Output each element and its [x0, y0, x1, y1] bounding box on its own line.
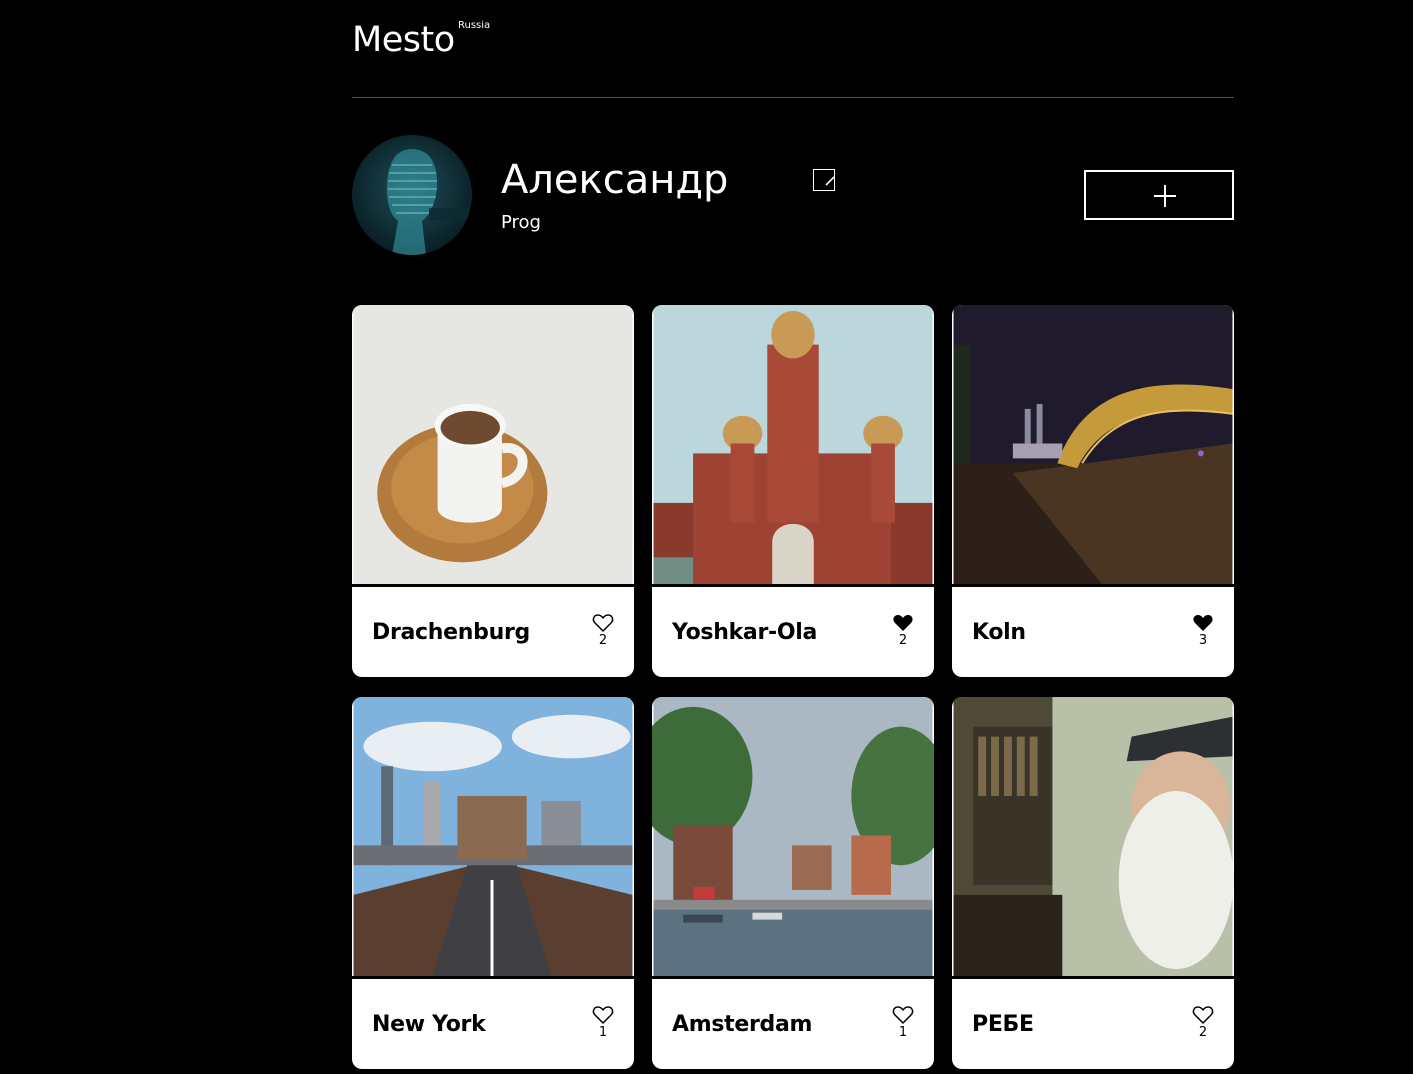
add-place-button[interactable] [1084, 170, 1234, 220]
like-button[interactable] [892, 613, 914, 633]
like-count: 2 [1198, 1025, 1208, 1040]
like-count: 1 [898, 1025, 908, 1040]
place-image[interactable] [352, 697, 634, 979]
heart-outline-icon [1192, 1006, 1214, 1024]
place-image[interactable] [952, 697, 1234, 979]
like-button[interactable] [1192, 1005, 1214, 1025]
like-button[interactable] [892, 1005, 914, 1025]
place-image[interactable] [352, 305, 634, 587]
heart-filled-icon [893, 615, 913, 631]
places-grid: Drachenburg 2 Yoshkar-Ola 2 Koln 3 New Y… [352, 305, 1234, 1069]
heart-outline-icon [592, 1006, 614, 1024]
logo: Mesto [352, 20, 455, 60]
edit-profile-button[interactable] [813, 169, 835, 191]
place-card: New York 1 [352, 697, 634, 1069]
place-card: Amsterdam 1 [652, 697, 934, 1069]
like-count: 2 [898, 633, 908, 648]
place-title: Drachenburg [372, 620, 530, 645]
like-button[interactable] [592, 613, 614, 633]
page: Mesto Russia Александр Prog Drachenburg … [352, 0, 1234, 1069]
like-group: 2 [590, 613, 616, 648]
place-card: РЕБЕ 2 [952, 697, 1234, 1069]
place-title: РЕБЕ [972, 1012, 1034, 1037]
heart-outline-icon [892, 1006, 914, 1024]
like-group: 1 [890, 1005, 916, 1040]
place-title: Koln [972, 620, 1026, 645]
profile-name: Александр [501, 157, 729, 203]
place-title: Yoshkar-Ola [672, 620, 818, 645]
place-image[interactable] [652, 697, 934, 979]
place-card: Yoshkar-Ola 2 [652, 305, 934, 677]
avatar[interactable] [352, 135, 472, 255]
like-group: 1 [590, 1005, 616, 1040]
like-count: 3 [1198, 633, 1208, 648]
heart-outline-icon [592, 614, 614, 632]
profile-job: Prog [501, 212, 541, 233]
avatar-image [352, 135, 472, 255]
place-card: Drachenburg 2 [352, 305, 634, 677]
like-group: 2 [1190, 1005, 1216, 1040]
like-group: 3 [1190, 613, 1216, 648]
place-image[interactable] [652, 305, 934, 587]
place-image[interactable] [952, 305, 1234, 587]
like-group: 2 [890, 613, 916, 648]
plus-icon [1154, 185, 1176, 207]
heart-filled-icon [1193, 615, 1213, 631]
profile: Александр Prog [352, 98, 1234, 305]
header: Mesto Russia [352, 0, 1234, 98]
like-count: 2 [598, 633, 608, 648]
pencil-icon [825, 176, 835, 186]
logo-country: Russia [458, 20, 491, 31]
place-card: Koln 3 [952, 305, 1234, 677]
like-button[interactable] [592, 1005, 614, 1025]
like-button[interactable] [1192, 613, 1214, 633]
like-count: 1 [598, 1025, 608, 1040]
place-title: Amsterdam [672, 1012, 813, 1037]
place-title: New York [372, 1012, 486, 1037]
